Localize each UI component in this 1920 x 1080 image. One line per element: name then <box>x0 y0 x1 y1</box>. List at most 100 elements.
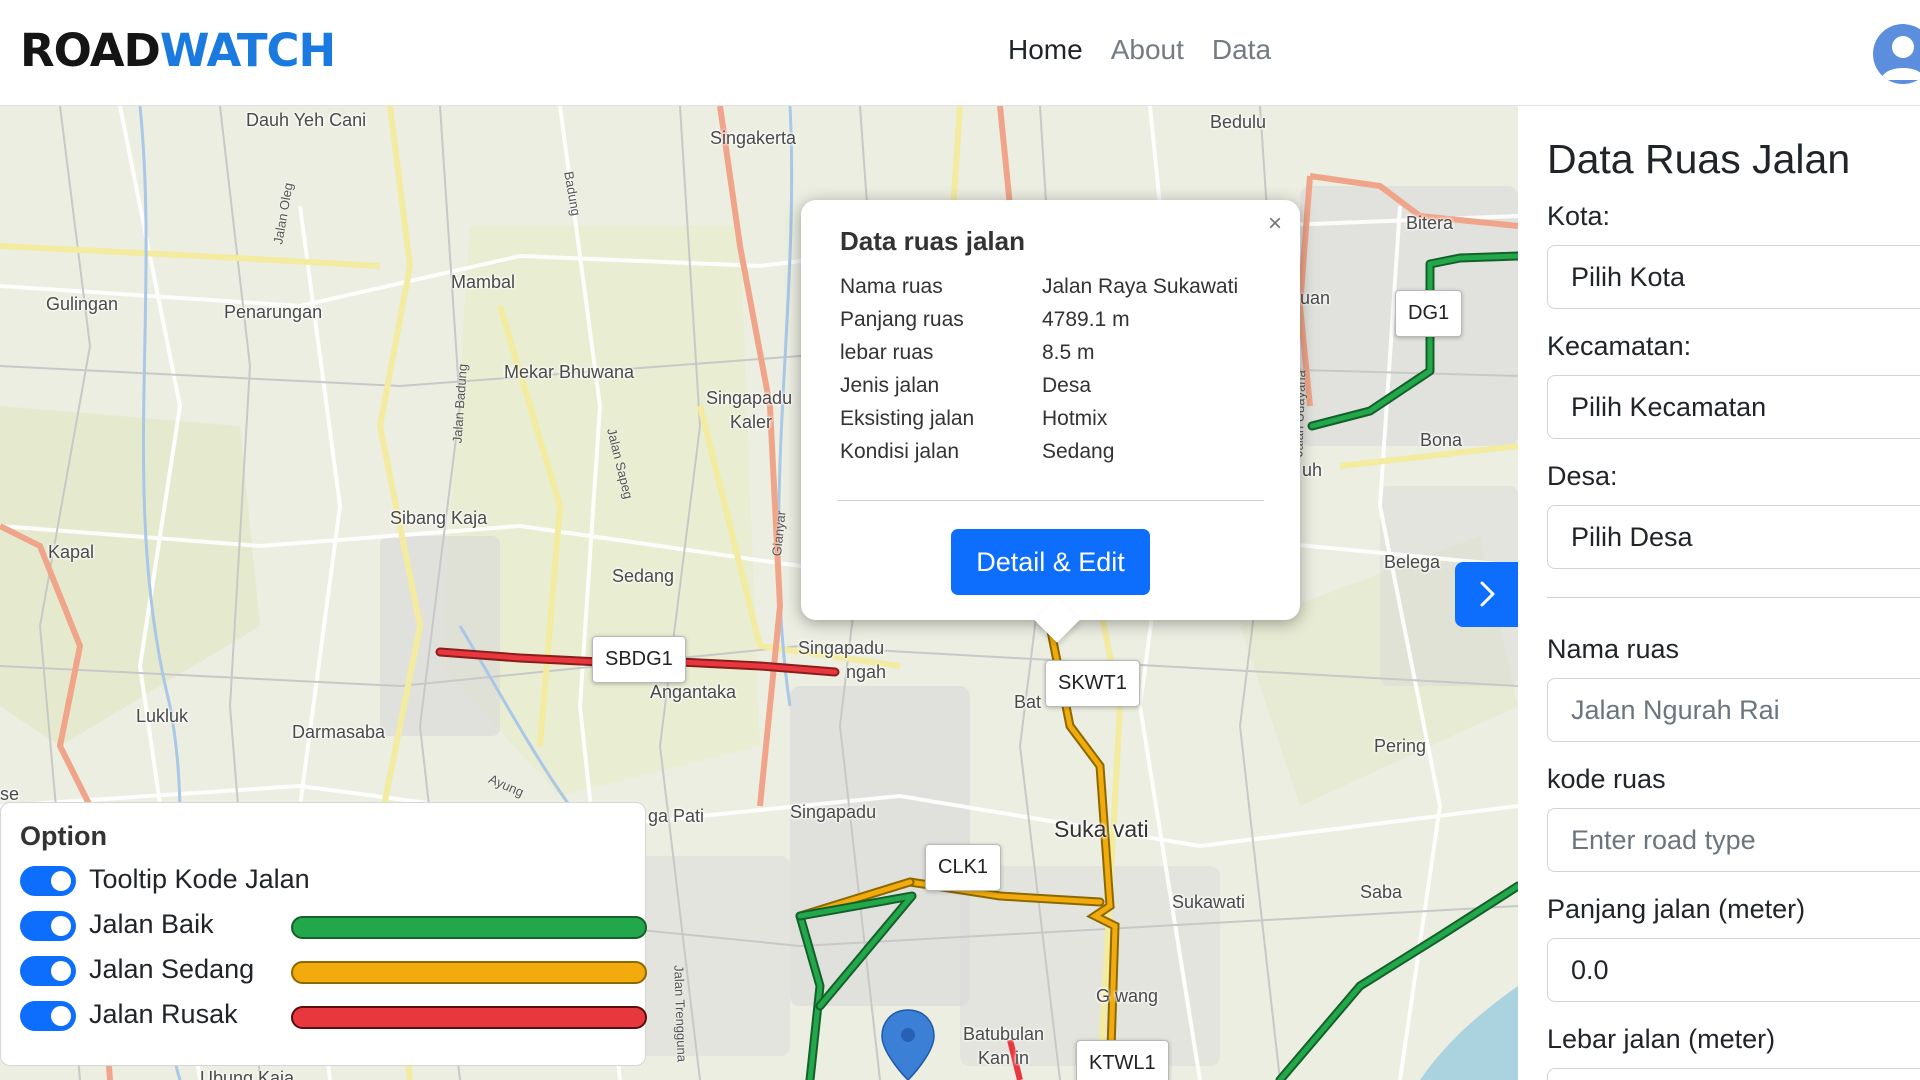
desa-select[interactable]: Pilih Desa <box>1547 505 1920 569</box>
panjang-jalan-label: Panjang jalan (meter) <box>1547 894 1806 924</box>
popup-row: Panjang ruas 4789.1 m <box>840 308 1261 341</box>
nav-home[interactable]: Home <box>1008 34 1083 66</box>
kota-select[interactable]: Pilih Kota <box>1547 245 1920 309</box>
place-label: Sedang <box>612 566 675 586</box>
road-info-popup: × Data ruas jalan Nama ruas Jalan Raya S… <box>801 200 1300 620</box>
place-label: Bitera <box>1406 213 1454 233</box>
place-label: uan <box>1300 288 1331 308</box>
place-label: Suka vati <box>1054 816 1149 842</box>
legend-bar-rusak <box>291 1006 647 1029</box>
road-code-label-clk1[interactable]: CLK1 <box>925 844 1002 891</box>
place-label: Singakerta <box>710 128 797 148</box>
place-label: ga Pati <box>648 806 705 826</box>
place-label: Singapadu <box>798 638 885 658</box>
place-label: Lukluk <box>136 706 189 726</box>
place-label: ngah <box>846 662 887 682</box>
kode-ruas-input[interactable] <box>1547 808 1920 872</box>
toggle-switch[interactable] <box>20 911 76 941</box>
legend-bar-baik <box>291 916 647 939</box>
place-label: Mambal <box>451 272 516 292</box>
brand-watch: WATCH <box>159 24 336 77</box>
place-label: Bat <box>1014 692 1042 712</box>
road-code-label-dg1[interactable]: DG1 <box>1395 290 1463 337</box>
popup-value: Sedang <box>1042 440 1115 463</box>
chevron-right-icon <box>1480 581 1494 607</box>
place-label: uh <box>1302 460 1323 480</box>
place-label: Sukawati <box>1172 892 1246 912</box>
toggle-switch[interactable] <box>20 1001 76 1031</box>
option-label: Jalan Sedang <box>89 954 255 984</box>
popup-divider <box>837 500 1264 501</box>
legend-bar-sedang <box>291 961 647 984</box>
popup-value: 4789.1 m <box>1042 308 1130 331</box>
road-code-label-skwt1[interactable]: SKWT1 <box>1045 660 1140 707</box>
toggle-switch[interactable] <box>20 956 76 986</box>
place-label: Singapadu <box>790 802 877 822</box>
navbar: ROADWATCH Home About Data <box>0 0 1920 106</box>
popup-key: Jenis jalan <box>840 374 940 397</box>
option-panel: Option Tooltip Kode Jalan Jalan Baik Jal… <box>0 802 647 1066</box>
popup-title: Data ruas jalan <box>840 226 1025 256</box>
popup-value: Jalan Raya Sukawati <box>1042 275 1239 298</box>
popup-row: Jenis jalan Desa <box>840 374 1261 407</box>
option-label: Tooltip Kode Jalan <box>89 864 310 894</box>
sidebar-title: Data Ruas Jalan <box>1547 136 1851 182</box>
popup-row: lebar ruas 8.5 m <box>840 341 1261 374</box>
sidebar-form: Data Ruas Jalan Kota: Pilih Kota Kecamat… <box>1518 106 1920 1080</box>
kecamatan-select[interactable]: Pilih Kecamatan <box>1547 375 1920 439</box>
popup-value: 8.5 m <box>1042 341 1095 364</box>
place-label: Ubung Kaja <box>200 1068 295 1080</box>
kecamatan-label: Kecamatan: <box>1547 331 1692 361</box>
popup-row: Nama ruas Jalan Raya Sukawati <box>840 275 1261 308</box>
option-label: Jalan Baik <box>89 909 214 939</box>
popup-row: Eksisting jalan Hotmix <box>840 407 1261 440</box>
option-title: Option <box>20 821 107 851</box>
nama-ruas-input[interactable] <box>1547 678 1920 742</box>
place-label: Mekar Bhuwana <box>504 362 635 382</box>
popup-key: Kondisi jalan <box>840 440 960 463</box>
toggle-switch[interactable] <box>20 866 76 896</box>
popup-row: Kondisi jalan Sedang <box>840 440 1261 473</box>
place-label: Darmasaba <box>292 722 386 742</box>
nav-about[interactable]: About <box>1111 34 1184 66</box>
desa-label: Desa: <box>1547 461 1618 491</box>
kode-ruas-label: kode ruas <box>1547 764 1666 794</box>
place-label: G wang <box>1096 986 1159 1006</box>
place-label: Kapal <box>48 542 95 562</box>
brand-road: ROAD <box>20 24 161 77</box>
popup-value: Desa <box>1042 374 1092 397</box>
panjang-jalan-input[interactable] <box>1547 938 1920 1002</box>
lebar-jalan-input[interactable] <box>1547 1068 1920 1080</box>
place-label: Belega <box>1384 552 1441 572</box>
place-label: Kan in <box>978 1048 1030 1068</box>
popup-key: Panjang ruas <box>840 308 964 331</box>
place-label: Gulingan <box>46 294 119 314</box>
popup-value: Hotmix <box>1042 407 1108 430</box>
option-jalan-baik: Jalan Baik <box>20 909 647 954</box>
place-label: Singapadu <box>706 388 793 408</box>
close-icon[interactable]: × <box>1268 210 1282 238</box>
user-icon <box>1881 36 1920 80</box>
avatar[interactable] <box>1873 24 1920 84</box>
place-label: Sibang Kaja <box>390 508 488 528</box>
place-label: Saba <box>1360 882 1403 902</box>
option-label: Jalan Rusak <box>89 999 238 1029</box>
place-label: Angantaka <box>650 682 737 702</box>
place-label: Bona <box>1420 430 1463 450</box>
nama-ruas-label: Nama ruas <box>1547 634 1680 664</box>
kota-label: Kota: <box>1547 201 1611 231</box>
place-label: Kaler <box>730 412 773 432</box>
detail-edit-button[interactable]: Detail & Edit <box>951 529 1150 595</box>
brand-logo[interactable]: ROADWATCH <box>20 24 336 77</box>
place-label: Dauh Yeh Cani <box>246 110 367 130</box>
road-code-label-ktwl1[interactable]: KTWL1 <box>1076 1040 1169 1080</box>
option-jalan-sedang: Jalan Sedang <box>20 954 647 999</box>
collapse-sidebar-button[interactable] <box>1455 562 1518 627</box>
option-tooltip-kode: Tooltip Kode Jalan <box>20 864 645 909</box>
nav-data[interactable]: Data <box>1212 34 1271 66</box>
sidebar-divider <box>1547 597 1920 598</box>
popup-key: Nama ruas <box>840 275 943 298</box>
option-jalan-rusak: Jalan Rusak <box>20 999 647 1044</box>
road-code-label-sbdg1[interactable]: SBDG1 <box>592 636 686 683</box>
lebar-jalan-label: Lebar jalan (meter) <box>1547 1024 1776 1054</box>
